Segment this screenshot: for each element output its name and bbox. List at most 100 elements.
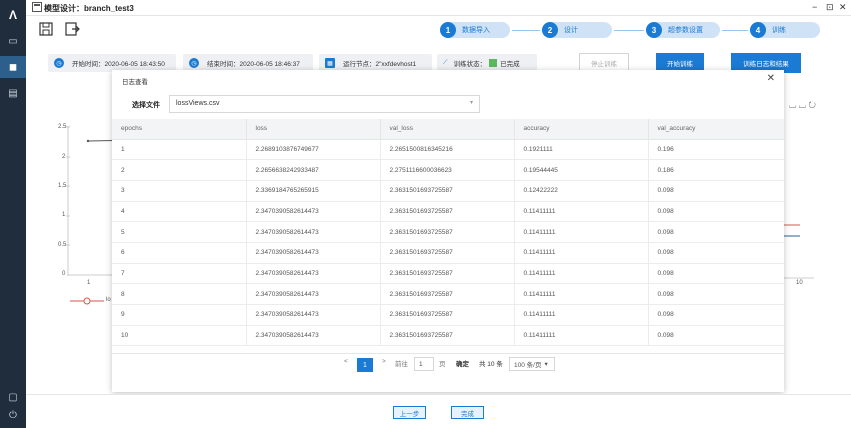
dialog-header: 日志查看 ✕ (112, 70, 784, 90)
run-node: 运行节点：2"xxfdevhost1 (343, 61, 417, 68)
table-cell: 0.11411111 (514, 221, 649, 243)
minimize-button[interactable]: − (812, 2, 817, 12)
table-cell: 0.098 (648, 242, 784, 264)
table-row: 3 2.3369184765265915 2.3631501693725587 0.1… (112, 180, 784, 202)
table-cell: 2.3470390582614473 (246, 325, 381, 347)
x-tick: 1 (87, 280, 91, 286)
step-import[interactable]: 1 数据导入 (440, 22, 510, 38)
column-header: val_accuracy (648, 119, 784, 140)
confirm-button[interactable]: 确定 (456, 358, 469, 368)
maximize-button[interactable]: ⊡ (826, 2, 834, 13)
table-cell: 1 (112, 139, 247, 161)
step-number: 2 (542, 22, 558, 38)
table-cell: 6 (112, 242, 247, 264)
step-hyperparams[interactable]: 3 超参数设置 (646, 22, 720, 38)
table-cell: 8 (112, 283, 247, 305)
table-row: 2 2.2656638242933487 2.2751116600036623 0.1… (112, 159, 784, 181)
step-connector (614, 30, 644, 31)
page-size-select[interactable]: 100 条/页 ▾ (509, 357, 555, 371)
chart-axis-right (784, 224, 814, 279)
column-header: loss (246, 119, 381, 140)
server-icon: ▦ (325, 58, 335, 68)
table-cell: 2.3470390582614473 (246, 263, 381, 285)
finish-button[interactable]: 完成 (451, 406, 484, 419)
table-cell: 0.098 (648, 283, 784, 305)
prev-step-button[interactable]: 上一步 (393, 406, 426, 419)
table-row: 10 2.3470390582614473 2.3631501693725587 0.… (112, 325, 784, 347)
end-time: 结束时间：2020-06-05 18:46:37 (207, 61, 300, 68)
legend-label: lo (106, 297, 111, 303)
step-label: 数据导入 (462, 27, 490, 34)
y-tick: 0 (62, 271, 66, 277)
chevron-down-icon: ▾ (544, 361, 548, 368)
trend-icon: ⟋ (443, 59, 448, 66)
y-tick: 2 (62, 154, 66, 160)
close-icon[interactable]: ✕ (767, 73, 775, 84)
document-icon[interactable]: ▤ (0, 82, 26, 104)
file-label: 选择文件 (132, 102, 160, 109)
table-cell: 2.2689103876749677 (246, 139, 381, 161)
table-cell: 2.3369184765265915 (246, 180, 381, 202)
column-header: epochs (112, 119, 247, 140)
dialog-title: 日志查看 (122, 79, 148, 86)
legend-swatch (70, 297, 104, 305)
table-cell: 0.1921111 (514, 139, 649, 161)
message-icon[interactable]: ▭ (0, 30, 26, 52)
pagination: < 1 > 前往 1 页 确定 共 10 条 100 条/页 ▾ (112, 353, 784, 373)
page-suffix: 页 (439, 361, 446, 368)
table-cell: 0.098 (648, 263, 784, 285)
step-label: 设计 (564, 27, 578, 34)
table-cell: 0.11411111 (514, 201, 649, 223)
logo-icon: Λ (8, 8, 17, 22)
model-icon[interactable]: ◼ (0, 56, 26, 78)
file-select[interactable]: lossViews.csv ▾ (169, 95, 480, 113)
goto-label: 前往 (395, 361, 408, 368)
clock-icon: ◷ (54, 58, 64, 68)
total-count: 共 10 条 (479, 361, 503, 368)
table-cell: 9 (112, 304, 247, 326)
chart-tools-icon[interactable]: ⌴ ⌴ ↻ (789, 100, 816, 111)
y-tick: 1 (62, 212, 66, 218)
export-icon[interactable] (64, 21, 80, 37)
table-cell: 0.196 (648, 139, 784, 161)
table-cell: 0.098 (648, 221, 784, 243)
table-cell: 0.12422222 (514, 180, 649, 202)
table-cell: 0.098 (648, 325, 784, 347)
step-number: 4 (750, 22, 766, 38)
table-cell: 2.3631501693725587 (380, 180, 515, 202)
current-page-button[interactable]: 1 (357, 358, 373, 372)
table-row: 4 2.3470390582614473 2.3631501693725587 0.1… (112, 201, 784, 223)
table-row: 7 2.3470390582614473 2.3631501693725587 0.1… (112, 263, 784, 285)
table-cell: 0.11411111 (514, 325, 649, 347)
step-number: 1 (440, 22, 456, 38)
step-train[interactable]: 4 训练 (750, 22, 820, 38)
file-value: lossViews.csv (176, 100, 220, 107)
app-icon (32, 2, 42, 12)
table-cell: 0.11411111 (514, 304, 649, 326)
status-value: 已完成 (500, 61, 520, 68)
goto-page-input[interactable]: 1 (414, 357, 434, 371)
table-cell: 2.3631501693725587 (380, 304, 515, 326)
table-row: 1 2.2689103876749677 2.2651500816345216 0.1… (112, 139, 784, 161)
toolbar (26, 16, 851, 46)
table-row: 6 2.3470390582614473 2.3631501693725587 0.1… (112, 242, 784, 264)
table-cell: 2.3470390582614473 (246, 283, 381, 305)
table-cell: 2.3631501693725587 (380, 201, 515, 223)
table-row: 9 2.3470390582614473 2.3631501693725587 0.1… (112, 304, 784, 326)
table-cell: 0.11411111 (514, 263, 649, 285)
next-page-button[interactable]: > (382, 358, 386, 365)
step-design[interactable]: 2 设计 (542, 22, 612, 38)
table-cell: 0.098 (648, 180, 784, 202)
table-cell: 2.3631501693725587 (380, 283, 515, 305)
power-icon[interactable]: ⏻ (0, 404, 26, 426)
table-cell: 0.11411111 (514, 242, 649, 264)
log-dialog: 日志查看 ✕ 选择文件 lossViews.csv ▾ epochs loss … (112, 70, 784, 392)
close-button[interactable]: ✕ (839, 2, 847, 13)
table-cell: 4 (112, 201, 247, 223)
table-cell: 10 (112, 325, 247, 347)
table-row: 8 2.3470390582614473 2.3631501693725587 0.1… (112, 283, 784, 305)
table-cell: 0.19544445 (514, 159, 649, 181)
save-icon[interactable] (38, 21, 54, 37)
prev-page-button[interactable]: < (344, 358, 348, 365)
table-row: 5 2.3470390582614473 2.3631501693725587 0.1… (112, 221, 784, 243)
